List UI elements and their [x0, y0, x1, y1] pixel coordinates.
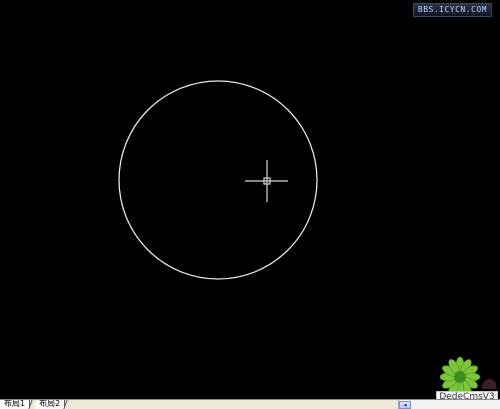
- model-space-canvas[interactable]: [0, 0, 500, 400]
- horizontal-scrollbar[interactable]: ◂: [398, 400, 500, 409]
- tab-layout-1[interactable]: 布局1: [0, 400, 31, 409]
- daisy-flower-icon: [439, 356, 496, 395]
- tab-layout-2[interactable]: 布局2: [35, 400, 66, 409]
- site-watermark: BBS.ICYCN.COM: [412, 3, 492, 17]
- cad-drawing-window: BBS.ICYCN.COM DedeCmsV3 布局1 布局2 ◂: [0, 0, 500, 409]
- chevron-left-icon[interactable]: ◂: [399, 400, 411, 409]
- logo-badge: DedeCmsV3: [436, 355, 498, 403]
